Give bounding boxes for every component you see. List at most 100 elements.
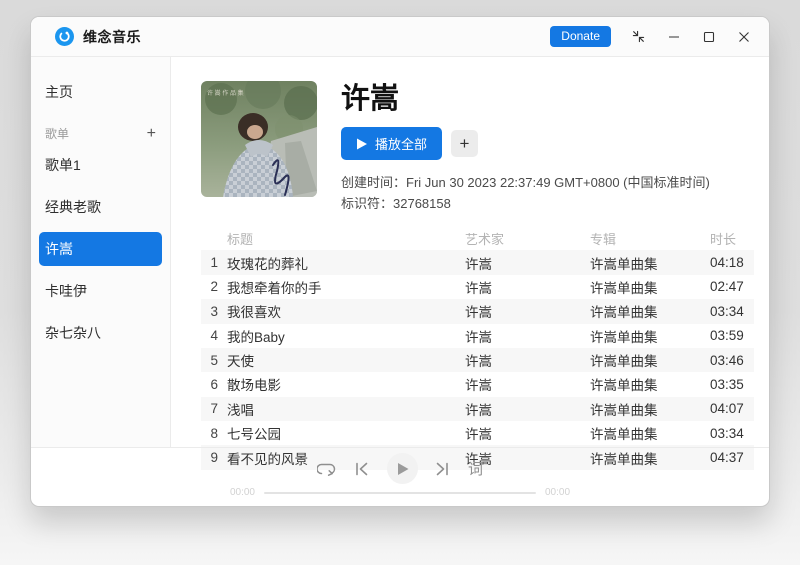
svg-text:许 嵩 作 品 集: 许 嵩 作 品 集 [207, 89, 244, 97]
track-artist: 许嵩 [465, 402, 492, 418]
sidebar-item-playlist[interactable]: 经典老歌 [39, 190, 162, 224]
sidebar-item-playlist[interactable]: 许嵩 [39, 232, 162, 266]
track-artist: 许嵩 [465, 354, 492, 370]
maximize-icon[interactable] [701, 29, 716, 44]
track-row[interactable]: 4 我的Baby 许嵩 许嵩单曲集 03:59 [201, 324, 754, 348]
track-table: 标题 艺术家 专辑 时长 1 玫瑰花的葬礼 许嵩 许嵩单曲集 04:18 2 我… [201, 227, 754, 470]
track-album: 许嵩单曲集 [590, 427, 658, 443]
sidebar: 主页 歌单 + 歌单1 经典老歌 许嵩 卡哇伊 杂七杂八 [31, 57, 171, 447]
title-bar: 维念音乐 Donate [31, 17, 769, 57]
progress-bar[interactable] [264, 491, 536, 494]
track-duration: 02:47 [710, 279, 744, 295]
track-row[interactable]: 8 七号公园 许嵩 许嵩单曲集 03:34 [201, 421, 754, 445]
created-time-label: 创建时间： [341, 175, 407, 191]
play-all-button[interactable]: 播放全部 [341, 127, 443, 161]
track-index: 8 [210, 425, 218, 441]
track-index: 6 [210, 376, 218, 392]
track-title: 我很喜欢 [227, 305, 281, 321]
playlist-title: 许嵩 [341, 83, 400, 115]
col-artist: 艺术家 [465, 232, 505, 248]
track-index: 4 [210, 328, 218, 344]
next-track-icon[interactable] [433, 459, 453, 479]
track-artist: 许嵩 [465, 305, 492, 321]
sidebar-item-playlist[interactable]: 歌单1 [39, 148, 162, 182]
col-duration: 时长 [710, 232, 737, 248]
track-row[interactable]: 5 天使 许嵩 许嵩单曲集 03:46 [201, 347, 754, 373]
track-rows: 1 玫瑰花的葬礼 许嵩 许嵩单曲集 04:18 2 我想牵着你的手 许嵩 许嵩单… [201, 250, 754, 470]
track-artist: 许嵩 [465, 427, 492, 443]
donate-button[interactable]: Donate [550, 26, 611, 47]
track-index: 1 [210, 255, 218, 271]
sidebar-item-home[interactable]: 主页 [39, 75, 162, 109]
track-title: 天使 [227, 354, 254, 370]
track-row[interactable]: 1 玫瑰花的葬礼 许嵩 许嵩单曲集 04:18 [201, 250, 754, 275]
col-title: 标题 [227, 232, 254, 248]
track-artist: 许嵩 [465, 378, 492, 394]
player-controls: 词 [317, 453, 483, 484]
current-time: 00:00 [229, 487, 255, 498]
repeat-icon[interactable] [317, 459, 337, 479]
playlist-actions: 播放全部 + [341, 127, 710, 161]
track-index: 7 [210, 401, 218, 417]
play-icon [357, 138, 367, 150]
total-time: 00:00 [545, 487, 571, 498]
track-title: 七号公园 [227, 427, 281, 443]
player-bar: 词 00:00 00:00 [31, 447, 769, 506]
track-album: 许嵩单曲集 [590, 354, 658, 370]
lyrics-button[interactable]: 词 [468, 458, 483, 479]
add-to-playlist-button[interactable]: + [451, 130, 479, 158]
track-row[interactable]: 6 散场电影 许嵩 许嵩单曲集 03:35 [201, 372, 754, 396]
track-row[interactable]: 2 我想牵着你的手 许嵩 许嵩单曲集 02:47 [201, 275, 754, 299]
track-index: 2 [210, 279, 218, 295]
playlist-header: 许 嵩 作 品 集 许嵩 播放全部 + 创建时间：Fri Jun 30 2023… [201, 81, 754, 214]
track-album: 许嵩单曲集 [590, 256, 658, 272]
track-row[interactable]: 7 浅唱 许嵩 许嵩单曲集 04:07 [201, 396, 754, 422]
identifier-value: 32768158 [393, 196, 451, 212]
col-album: 专辑 [590, 232, 617, 248]
add-playlist-icon[interactable]: + [147, 125, 156, 142]
previous-track-icon[interactable] [352, 459, 372, 479]
track-duration: 03:34 [710, 303, 744, 319]
app-title: 维念音乐 [83, 28, 141, 45]
track-artist: 许嵩 [465, 256, 492, 272]
sidebar-item-playlist[interactable]: 杂七杂八 [39, 316, 162, 350]
track-duration: 04:07 [710, 401, 744, 417]
minimize-icon[interactable] [666, 29, 681, 44]
track-row[interactable]: 3 我很喜欢 许嵩 许嵩单曲集 03:34 [201, 299, 754, 324]
identifier-line: 标识符：32768158 [341, 193, 710, 214]
track-table-header: 标题 艺术家 专辑 时长 [201, 227, 754, 250]
playlist-cover-image: 许 嵩 作 品 集 [201, 81, 317, 197]
identifier-label: 标识符： [341, 196, 394, 212]
playlists-section-label: 歌单 [45, 127, 70, 141]
playlist-list: 歌单1 经典老歌 许嵩 卡哇伊 杂七杂八 [31, 148, 170, 350]
track-title: 浅唱 [227, 402, 254, 418]
play-all-label: 播放全部 [375, 137, 428, 153]
track-album: 许嵩单曲集 [590, 280, 658, 296]
track-index: 5 [210, 352, 218, 368]
track-duration: 04:18 [710, 255, 744, 271]
progress-section: 00:00 00:00 [225, 487, 575, 498]
play-pause-button[interactable] [386, 453, 418, 484]
track-duration: 03:59 [710, 328, 744, 344]
main-panel: 许 嵩 作 品 集 许嵩 播放全部 + 创建时间：Fri Jun 30 2023… [171, 57, 769, 470]
created-time-value: Fri Jun 30 2023 22:37:49 GMT+0800 (中国标准时… [406, 175, 710, 191]
track-duration: 03:35 [710, 376, 744, 392]
track-title: 我的Baby [227, 329, 285, 345]
track-artist: 许嵩 [465, 280, 492, 296]
playlist-meta: 许嵩 播放全部 + 创建时间：Fri Jun 30 2023 22:37:49 … [341, 81, 710, 214]
close-icon[interactable] [736, 29, 751, 44]
desktop-background: 维念音乐 Donate 主页 歌单 + 歌单1 经典老歌 许嵩 卡哇伊 杂七杂八… [0, 0, 800, 565]
fullscreen-toggle-icon[interactable] [631, 29, 646, 44]
title-bar-controls: Donate [550, 26, 751, 47]
sidebar-item-playlist[interactable]: 卡哇伊 [39, 274, 162, 308]
play-icon [397, 462, 409, 475]
track-duration: 03:34 [710, 425, 744, 441]
window-body: 主页 歌单 + 歌单1 经典老歌 许嵩 卡哇伊 杂七杂八 许 嵩 作 品 集 许… [31, 57, 769, 470]
track-title: 玫瑰花的葬礼 [227, 256, 308, 272]
app-window: 维念音乐 Donate 主页 歌单 + 歌单1 经典老歌 许嵩 卡哇伊 杂七杂八… [30, 16, 770, 507]
track-index: 3 [210, 303, 218, 319]
track-album: 许嵩单曲集 [590, 305, 658, 321]
created-time-line: 创建时间：Fri Jun 30 2023 22:37:49 GMT+0800 (… [341, 172, 710, 193]
track-album: 许嵩单曲集 [590, 378, 658, 394]
track-artist: 许嵩 [465, 329, 492, 345]
